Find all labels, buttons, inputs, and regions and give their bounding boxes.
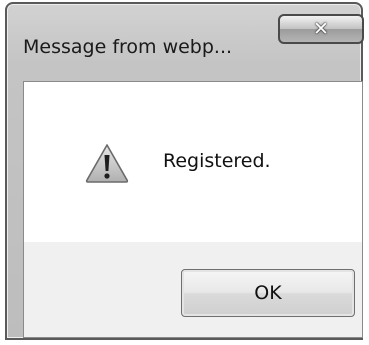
warning-icon (85, 144, 129, 183)
message-text: Registered. (163, 150, 271, 172)
button-bar: OK (24, 242, 362, 337)
close-button[interactable]: ✕ (278, 14, 364, 44)
dialog-body: Registered. OK (23, 81, 363, 338)
message-area: Registered. (24, 82, 362, 242)
ok-button[interactable]: OK (181, 269, 355, 317)
message-dialog: Message from webp... ✕ Registered. OK (5, 2, 364, 340)
ok-button-label: OK (254, 282, 282, 304)
dialog-title: Message from webp... (23, 36, 233, 58)
close-icon: ✕ (313, 17, 329, 40)
